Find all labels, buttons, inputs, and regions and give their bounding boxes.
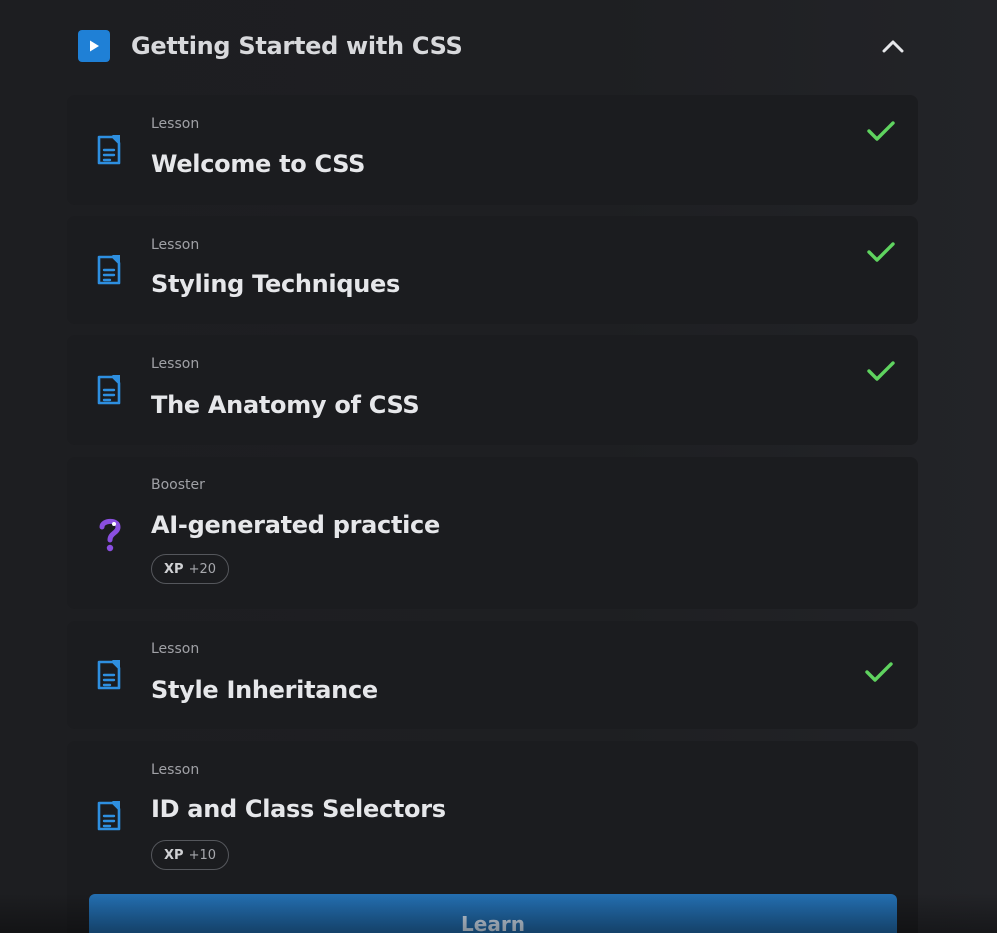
item-title: ID and Class Selectors (151, 795, 446, 823)
check-icon (865, 662, 893, 682)
lesson-document-icon (97, 135, 121, 165)
xp-badge: XP +10 (151, 840, 229, 870)
item-title: Style Inheritance (151, 676, 378, 704)
item-title: Welcome to CSS (151, 150, 366, 178)
chevron-up-icon[interactable] (878, 31, 908, 61)
lesson-card-style-inheritance[interactable]: Lesson Style Inheritance (67, 621, 918, 729)
play-icon (78, 30, 110, 62)
item-title: AI-generated practice (151, 511, 440, 539)
item-title: Styling Techniques (151, 270, 400, 298)
lesson-document-icon (97, 375, 121, 405)
lesson-card-styling-techniques[interactable]: Lesson Styling Techniques (67, 216, 918, 324)
check-icon (867, 121, 895, 141)
lesson-card-welcome-to-css[interactable]: Lesson Welcome to CSS (67, 95, 918, 205)
lesson-document-icon (97, 660, 121, 690)
xp-value: +20 (188, 561, 216, 577)
item-kind: Booster (151, 477, 205, 493)
item-kind: Lesson (151, 762, 200, 778)
xp-label: XP (164, 847, 184, 863)
learn-button[interactable]: Learn (89, 894, 897, 933)
check-icon (867, 242, 895, 262)
xp-label: XP (164, 561, 184, 577)
lesson-card-anatomy-of-css[interactable]: Lesson The Anatomy of CSS (67, 335, 918, 445)
xp-badge: XP +20 (151, 554, 229, 584)
item-kind: Lesson (151, 641, 200, 657)
xp-value: +10 (188, 847, 216, 863)
lesson-document-icon (97, 801, 121, 831)
check-icon (867, 361, 895, 381)
question-mark-icon (99, 518, 121, 552)
item-kind: Lesson (151, 116, 200, 132)
booster-card-ai-practice[interactable]: Booster AI-generated practice XP +20 (67, 457, 918, 609)
lesson-document-icon (97, 255, 121, 285)
module-header[interactable]: Getting Started with CSS (78, 26, 908, 66)
item-kind: Lesson (151, 237, 200, 253)
item-title: The Anatomy of CSS (151, 391, 420, 419)
module-title: Getting Started with CSS (131, 32, 463, 60)
learn-button-label: Learn (461, 912, 525, 933)
item-kind: Lesson (151, 356, 200, 372)
